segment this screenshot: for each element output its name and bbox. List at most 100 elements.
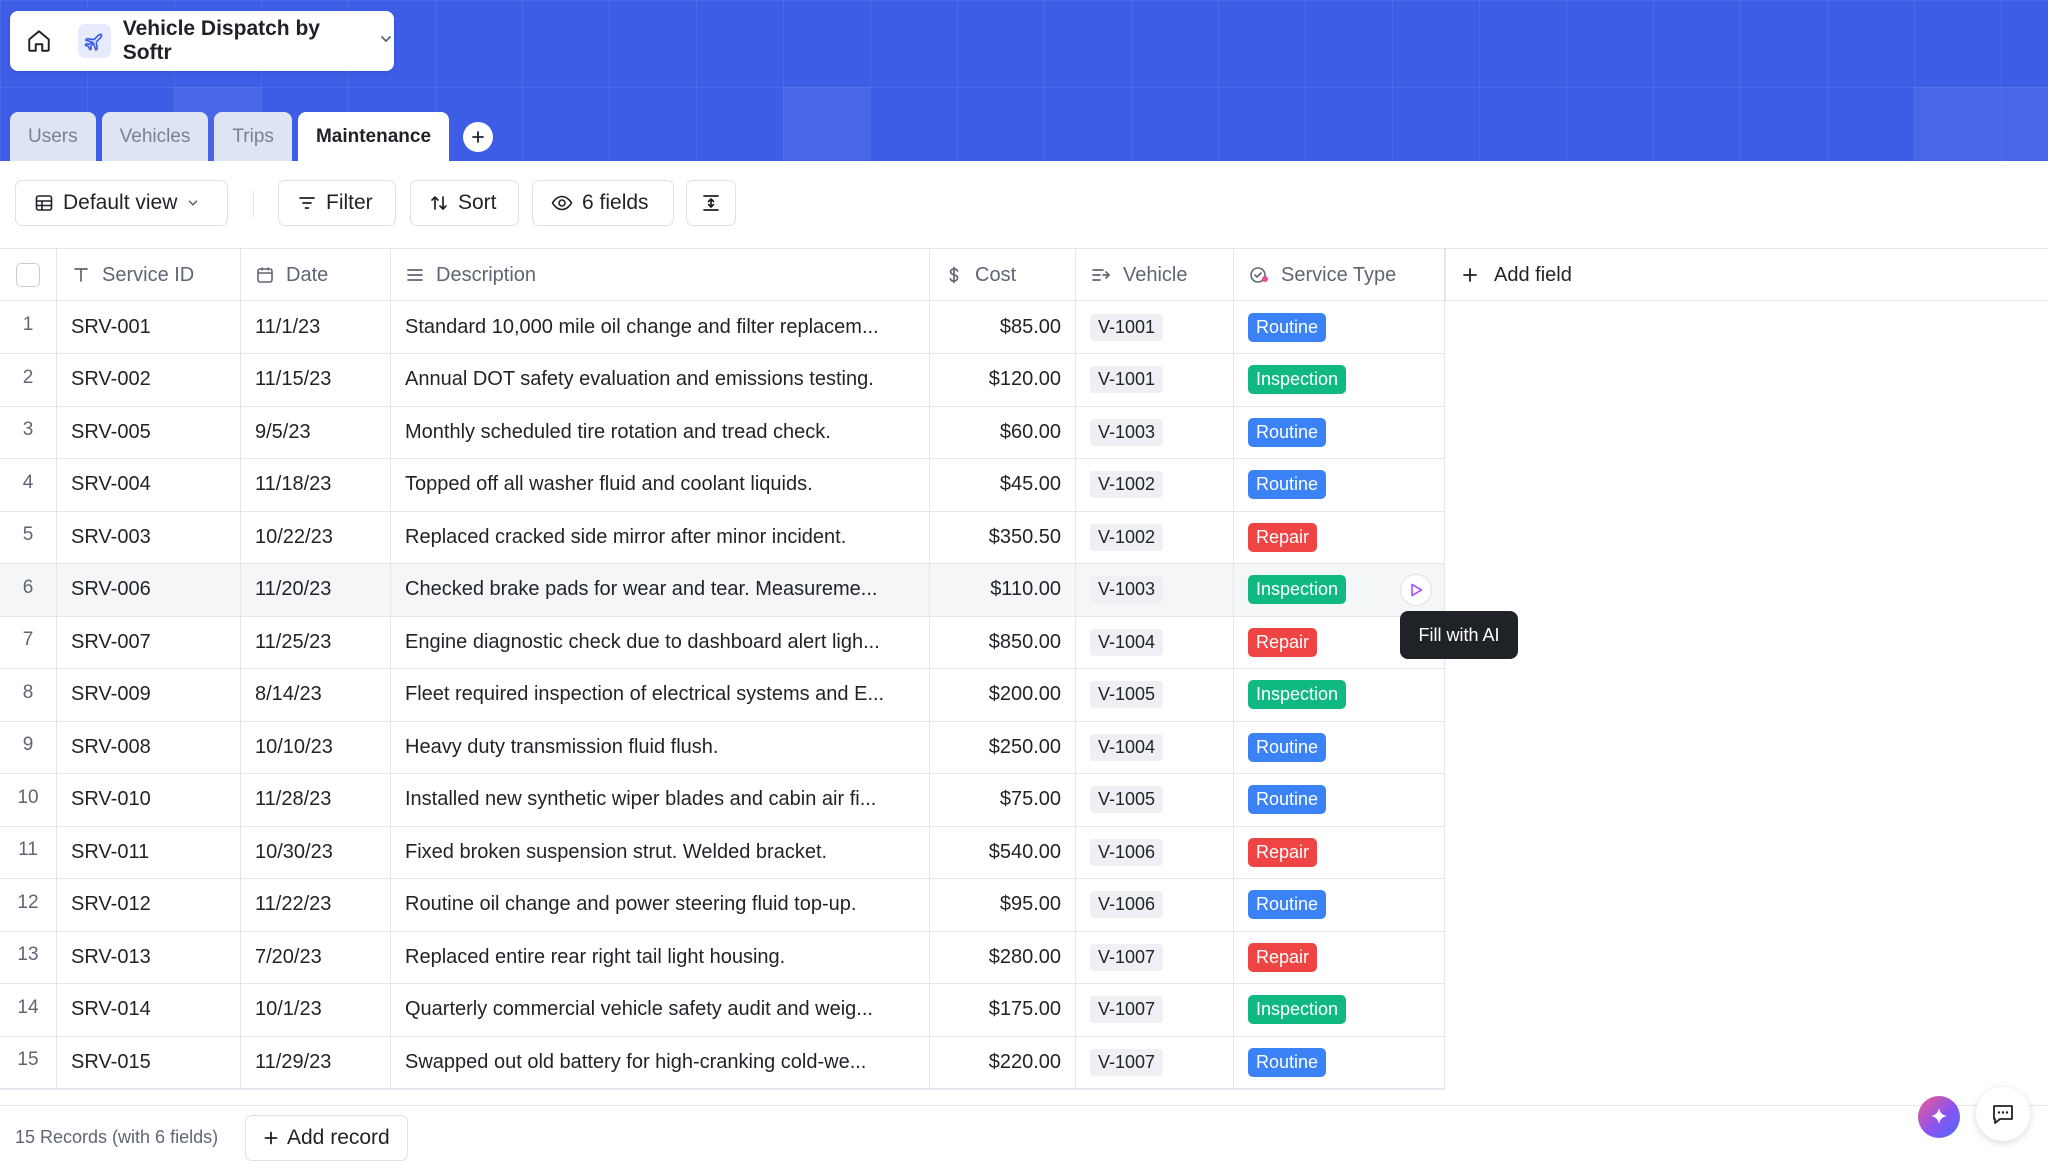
service-type-cell[interactable]: Repair [1234, 931, 1445, 983]
table-row[interactable]: 15 SRV-015 11/29/23 Swapped out old battery… [0, 1036, 1445, 1089]
service-type-cell[interactable]: Routine [1234, 773, 1445, 826]
date-cell[interactable]: 11/15/23 [241, 353, 391, 406]
date-cell[interactable]: 10/22/23 [241, 511, 391, 563]
service-id-cell[interactable]: SRV-013 [57, 931, 241, 983]
tab-trips[interactable]: Trips [214, 112, 292, 161]
description-cell[interactable]: Standard 10,000 mile oil change and filt… [391, 301, 930, 353]
service-type-cell[interactable]: Repair [1234, 511, 1445, 563]
vehicle-cell[interactable]: V-1001 [1076, 301, 1234, 353]
add-record-button[interactable]: Add record [245, 1115, 408, 1161]
service-type-cell[interactable]: Inspection [1234, 983, 1445, 1036]
date-cell[interactable]: 10/10/23 [241, 721, 391, 773]
vehicle-link-chip[interactable]: V-1005 [1090, 786, 1164, 813]
table-row[interactable]: 10 SRV-010 11/28/23 Installed new synthetic… [0, 773, 1445, 827]
date-cell[interactable]: 8/14/23 [241, 668, 391, 721]
date-cell[interactable]: 7/20/23 [241, 931, 391, 983]
table-row[interactable]: 3 SRV-005 9/5/23 Monthly scheduled tire rot… [0, 406, 1445, 459]
description-cell[interactable]: Topped off all washer fluid and coolant … [391, 458, 930, 511]
vehicle-link-chip[interactable]: V-1007 [1090, 1048, 1164, 1076]
sort-button[interactable]: Sort [410, 180, 519, 226]
add-table-button[interactable] [463, 121, 494, 152]
table-row[interactable]: 14 SRV-014 10/1/23 Quarterly commercial veh… [0, 983, 1445, 1037]
service-id-cell[interactable]: SRV-008 [57, 721, 241, 773]
vehicle-link-chip[interactable]: V-1004 [1090, 628, 1164, 656]
service-type-cell[interactable]: Routine [1234, 406, 1445, 458]
cost-cell[interactable]: $850.00 [930, 616, 1076, 668]
description-cell[interactable]: Replaced cracked side mirror after minor… [391, 511, 930, 563]
table-row[interactable]: 6 SRV-006 11/20/23 Checked brake pads for w… [0, 563, 1445, 617]
date-cell[interactable]: 11/25/23 [241, 616, 391, 668]
tab-maintenance[interactable]: Maintenance [297, 112, 450, 161]
vehicle-cell[interactable]: V-1007 [1076, 983, 1234, 1036]
cost-cell[interactable]: $60.00 [930, 406, 1076, 458]
vehicle-cell[interactable]: V-1006 [1076, 878, 1234, 931]
vehicle-cell[interactable]: V-1003 [1076, 563, 1234, 616]
service-id-cell[interactable]: SRV-014 [57, 983, 241, 1036]
tab-vehicles[interactable]: Vehicles [101, 112, 209, 161]
date-cell[interactable]: 11/22/23 [241, 878, 391, 931]
service-id-cell[interactable]: SRV-003 [57, 511, 241, 563]
description-cell[interactable]: Swapped out old battery for high-crankin… [391, 1036, 930, 1088]
service-type-cell[interactable]: Routine [1234, 458, 1445, 511]
vehicle-cell[interactable]: V-1003 [1076, 406, 1234, 458]
vehicle-link-chip[interactable]: V-1003 [1090, 576, 1164, 603]
table-row[interactable]: 1 SRV-001 11/1/23 Standard 10,000 mile oil … [0, 301, 1445, 354]
cost-cell[interactable]: $110.00 [930, 563, 1076, 616]
table-row[interactable]: 7 SRV-007 11/25/23 Engine diagnostic check … [0, 616, 1445, 669]
table-row[interactable]: 13 SRV-013 7/20/23 Replaced entire rear rig… [0, 931, 1445, 984]
vehicle-link-chip[interactable]: V-1007 [1090, 943, 1164, 971]
service-id-cell[interactable]: SRV-001 [57, 301, 241, 353]
date-cell[interactable]: 11/1/23 [241, 301, 391, 353]
table-row[interactable]: 8 SRV-009 8/14/23 Fleet required inspection… [0, 668, 1445, 722]
service-id-cell[interactable]: SRV-005 [57, 406, 241, 458]
app-switcher[interactable]: Vehicle Dispatch by Softr [10, 11, 394, 71]
date-cell[interactable]: 11/18/23 [241, 458, 391, 511]
fields-button[interactable]: 6 fields [532, 180, 674, 226]
column-header-description[interactable]: Description [391, 249, 930, 301]
vehicle-cell[interactable]: V-1007 [1076, 1036, 1234, 1088]
table-row[interactable]: 9 SRV-008 10/10/23 Heavy duty transmission … [0, 721, 1445, 774]
description-cell[interactable]: Annual DOT safety evaluation and emissio… [391, 353, 930, 406]
date-cell[interactable]: 11/20/23 [241, 563, 391, 616]
service-id-cell[interactable]: SRV-010 [57, 773, 241, 826]
date-cell[interactable]: 11/29/23 [241, 1036, 391, 1088]
vehicle-link-chip[interactable]: V-1005 [1090, 681, 1164, 708]
cost-cell[interactable]: $85.00 [930, 301, 1076, 353]
service-id-cell[interactable]: SRV-007 [57, 616, 241, 668]
cost-cell[interactable]: $95.00 [930, 878, 1076, 931]
cost-cell[interactable]: $45.00 [930, 458, 1076, 511]
service-id-cell[interactable]: SRV-002 [57, 353, 241, 406]
vehicle-link-chip[interactable]: V-1006 [1090, 891, 1164, 918]
vehicle-cell[interactable]: V-1004 [1076, 616, 1234, 668]
description-cell[interactable]: Replaced entire rear right tail light ho… [391, 931, 930, 983]
description-cell[interactable]: Fixed broken suspension strut. Welded br… [391, 826, 930, 878]
vehicle-link-chip[interactable]: V-1006 [1090, 838, 1164, 866]
cost-cell[interactable]: $280.00 [930, 931, 1076, 983]
column-header-service-id[interactable]: Service ID [57, 249, 241, 301]
service-id-cell[interactable]: SRV-009 [57, 668, 241, 721]
date-cell[interactable]: 10/30/23 [241, 826, 391, 878]
select-all-checkbox[interactable] [16, 263, 40, 287]
service-type-cell[interactable]: Routine [1234, 878, 1445, 931]
vehicle-cell[interactable]: V-1002 [1076, 511, 1234, 563]
service-type-cell[interactable]: Routine [1234, 1036, 1445, 1088]
date-cell[interactable]: 11/28/23 [241, 773, 391, 826]
cost-cell[interactable]: $75.00 [930, 773, 1076, 826]
description-cell[interactable]: Monthly scheduled tire rotation and trea… [391, 406, 930, 458]
add-field-button[interactable]: Add field [1445, 249, 1695, 301]
cost-cell[interactable]: $350.50 [930, 511, 1076, 563]
row-height-button[interactable] [686, 180, 736, 226]
description-cell[interactable]: Heavy duty transmission fluid flush. [391, 721, 930, 773]
table-row[interactable]: 2 SRV-002 11/15/23 Annual DOT safety evalua… [0, 353, 1445, 407]
service-type-cell[interactable]: Routine [1234, 301, 1445, 353]
cost-cell[interactable]: $200.00 [930, 668, 1076, 721]
vehicle-link-chip[interactable]: V-1003 [1090, 418, 1164, 446]
vehicle-link-chip[interactable]: V-1007 [1090, 996, 1164, 1023]
vehicle-cell[interactable]: V-1005 [1076, 668, 1234, 721]
table-row[interactable]: 12 SRV-012 11/22/23 Routine oil change and … [0, 878, 1445, 932]
view-selector-button[interactable]: Default view [15, 180, 228, 226]
ai-assistant-button[interactable] [1918, 1096, 1960, 1138]
vehicle-cell[interactable]: V-1001 [1076, 353, 1234, 406]
vehicle-link-chip[interactable]: V-1001 [1090, 366, 1164, 393]
service-id-cell[interactable]: SRV-011 [57, 826, 241, 878]
